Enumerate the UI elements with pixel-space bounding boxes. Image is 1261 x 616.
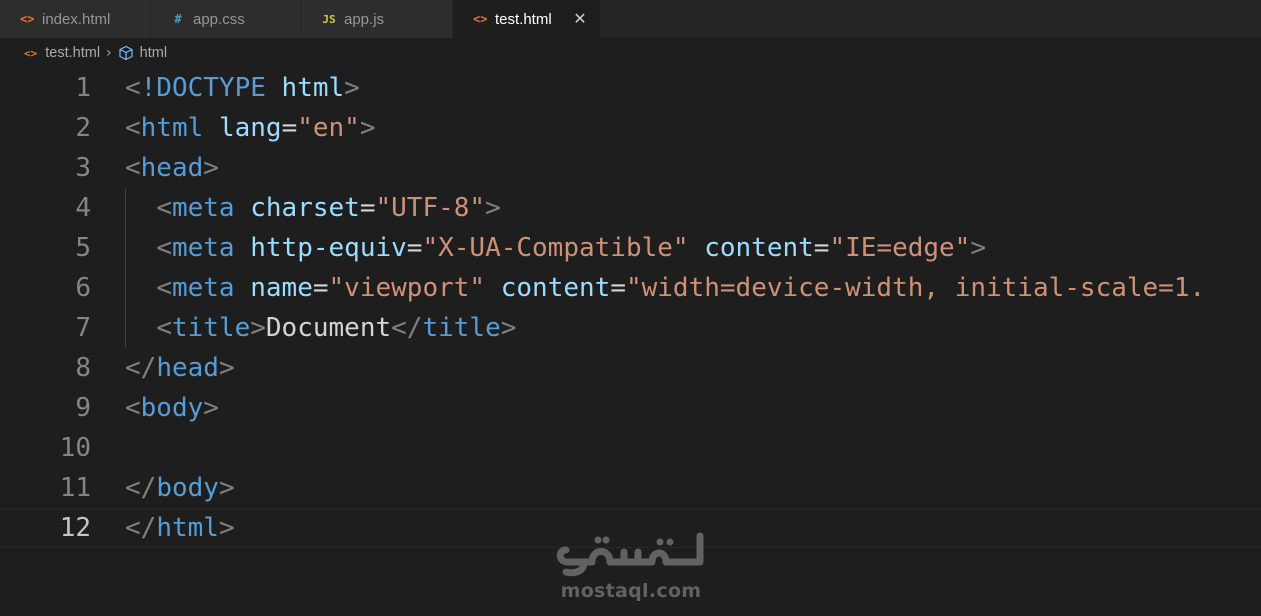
code-text: <meta name="viewport" content="width=dev… bbox=[156, 273, 1206, 303]
line-number: 12 bbox=[59, 513, 91, 543]
tab-app-css[interactable]: # app.css bbox=[151, 0, 302, 38]
code-line[interactable]: 11 </body> bbox=[0, 468, 1261, 508]
code-line[interactable]: 7 <title>Document</title> bbox=[0, 308, 1261, 348]
chevron-right-icon: › bbox=[106, 45, 112, 61]
code-text: <!DOCTYPE html> bbox=[125, 73, 360, 103]
tab-label: test.html bbox=[495, 10, 552, 28]
html-file-icon: <> bbox=[20, 12, 35, 26]
line-number: 3 bbox=[75, 153, 91, 183]
mostaql-watermark: mostaql.com bbox=[548, 528, 714, 608]
code-line[interactable]: 4 <meta charset="UTF-8"> bbox=[0, 188, 1261, 228]
breadcrumb-file[interactable]: <> test.html bbox=[0, 45, 100, 61]
cube-icon bbox=[119, 45, 133, 61]
breadcrumb: <> test.html › html bbox=[0, 38, 1261, 68]
tab-index-html[interactable]: <> index.html bbox=[0, 0, 151, 38]
tab-label: app.js bbox=[344, 10, 385, 28]
code-text: <body> bbox=[125, 393, 219, 423]
line-number: 10 bbox=[59, 433, 91, 463]
code-line[interactable]: 10 bbox=[0, 428, 1261, 468]
html-file-icon: <> bbox=[473, 12, 488, 26]
line-number: 9 bbox=[75, 393, 91, 423]
code-line[interactable]: 1 <!DOCTYPE html> bbox=[0, 68, 1261, 108]
line-number: 7 bbox=[75, 313, 91, 343]
mostaql-logo bbox=[556, 532, 704, 577]
tab-label: index.html bbox=[42, 10, 111, 28]
code-line[interactable]: 5 <meta http-equiv="X-UA-Compatible" con… bbox=[0, 228, 1261, 268]
line-number: 6 bbox=[75, 273, 91, 303]
line-number: 2 bbox=[75, 113, 91, 143]
tab-bar: <> index.html # app.css JS app.js <> tes… bbox=[0, 0, 1261, 38]
breadcrumb-symbol-label: html bbox=[139, 45, 168, 61]
code-text: <head> bbox=[125, 153, 219, 183]
code-text: <meta http-equiv="X-UA-Compatible" conte… bbox=[156, 233, 986, 263]
code-text: <html lang="en"> bbox=[125, 113, 376, 143]
css-file-icon: # bbox=[174, 12, 182, 26]
line-number: 11 bbox=[59, 473, 91, 503]
code-line[interactable]: 8 </head> bbox=[0, 348, 1261, 388]
code-line[interactable]: 2 <html lang="en"> bbox=[0, 108, 1261, 148]
code-line[interactable]: 6 <meta name="viewport" content="width=d… bbox=[0, 268, 1261, 308]
line-number: 4 bbox=[75, 193, 91, 223]
code-text: </head> bbox=[125, 353, 235, 383]
code-text: </html> bbox=[125, 513, 235, 543]
code-line[interactable]: 3 <head> bbox=[0, 148, 1261, 188]
line-number: 8 bbox=[75, 353, 91, 383]
tab-label: app.css bbox=[193, 10, 245, 28]
html-file-icon: <> bbox=[24, 46, 38, 60]
code-text: <title>Document</title> bbox=[156, 313, 517, 343]
line-number: 1 bbox=[75, 73, 91, 103]
tab-app-js[interactable]: JS app.js bbox=[302, 0, 453, 38]
code-text: </body> bbox=[125, 473, 235, 503]
watermark-subtitle: mostaql.com bbox=[560, 580, 702, 602]
tab-test-html[interactable]: <> test.html ✕ bbox=[453, 0, 601, 38]
code-text: <meta charset="UTF-8"> bbox=[156, 193, 501, 223]
line-number: 5 bbox=[75, 233, 91, 263]
js-file-icon: JS bbox=[322, 12, 336, 26]
breadcrumb-symbol[interactable]: html bbox=[118, 45, 167, 61]
vscode-window: <> index.html # app.css JS app.js <> tes… bbox=[0, 0, 1261, 616]
code-line[interactable]: 9 <body> bbox=[0, 388, 1261, 428]
breadcrumb-file-label: test.html bbox=[45, 45, 101, 61]
close-icon[interactable]: ✕ bbox=[570, 9, 590, 29]
